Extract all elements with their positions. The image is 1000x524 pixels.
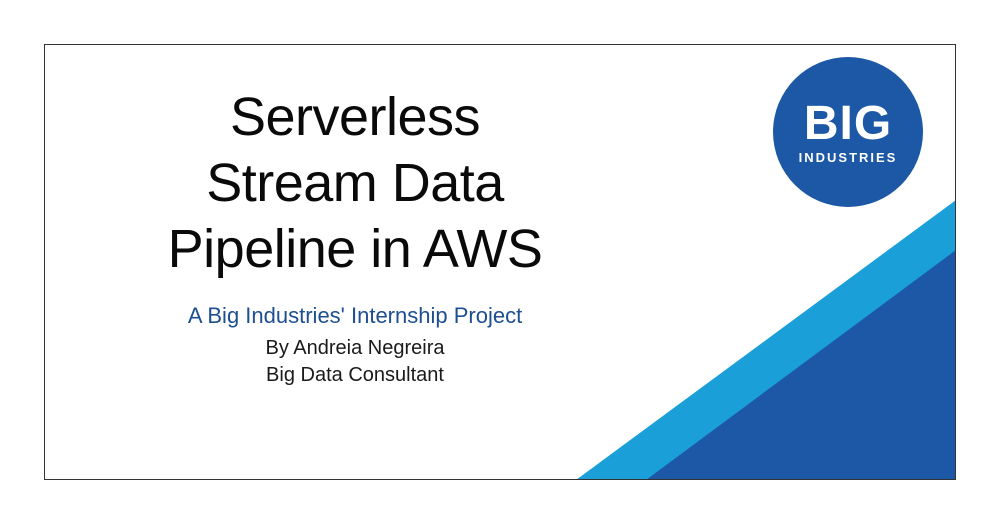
slide-title: Serverless Stream Data Pipeline in AWS bbox=[45, 85, 665, 283]
slide-subtitle: A Big Industries' Internship Project bbox=[45, 303, 665, 329]
title-line-1: Serverless bbox=[230, 87, 480, 147]
slide-role: Big Data Consultant bbox=[45, 364, 665, 387]
title-line-2: Stream Data bbox=[206, 153, 504, 213]
logo-text-sub: INDUSTRIES bbox=[799, 150, 898, 165]
slide-frame: BIG INDUSTRIES Serverless Stream Data Pi… bbox=[44, 44, 956, 480]
company-logo: BIG INDUSTRIES bbox=[773, 57, 923, 207]
slide-content: Serverless Stream Data Pipeline in AWS A… bbox=[45, 85, 665, 387]
logo-text-main: BIG bbox=[804, 100, 892, 148]
slide-author: By Andreia Negreira bbox=[45, 337, 665, 360]
title-line-3: Pipeline in AWS bbox=[168, 219, 543, 279]
decorative-triangle-front bbox=[646, 250, 956, 480]
